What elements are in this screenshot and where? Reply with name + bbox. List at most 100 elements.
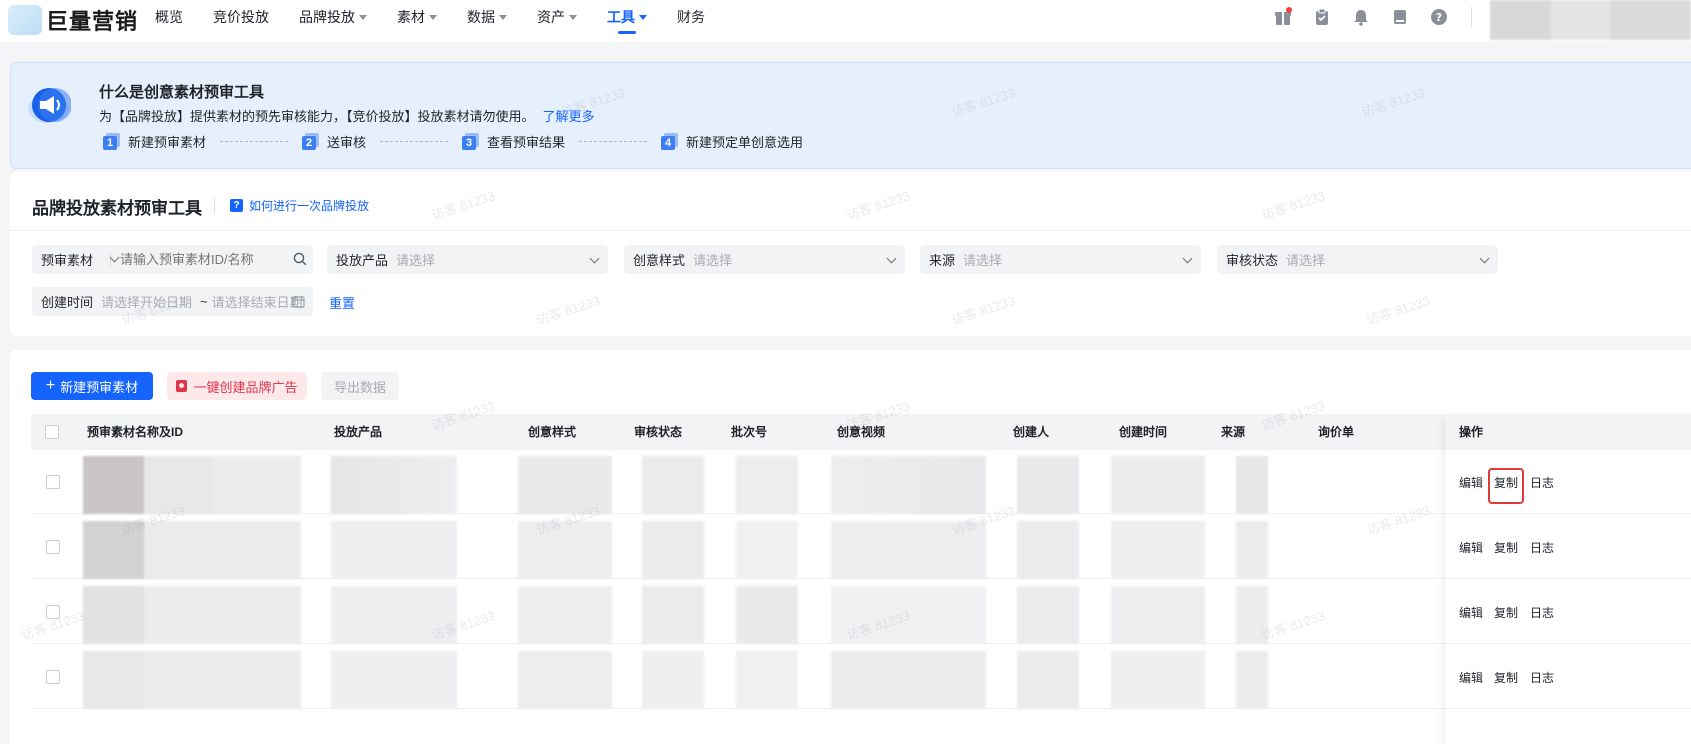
nav-item-data[interactable]: 数据 xyxy=(467,0,507,34)
nav-divider xyxy=(1471,7,1472,27)
chevron-down-icon xyxy=(886,253,897,264)
chevron-down-icon xyxy=(429,14,437,20)
step-3: 3 查看预审结果 xyxy=(462,132,565,151)
edit-button[interactable]: 编辑 xyxy=(1459,474,1483,491)
clipboard-icon[interactable] xyxy=(1311,6,1333,28)
range-separator: ~ xyxy=(200,294,208,309)
column-header[interactable]: 创意视频 xyxy=(837,414,885,450)
redacted-cell xyxy=(1111,586,1205,644)
redacted-cell xyxy=(642,456,704,514)
column-header[interactable]: 创建人 xyxy=(1013,414,1049,450)
gift-icon[interactable] xyxy=(1272,6,1294,28)
product-filter[interactable]: 投放产品 请选择 xyxy=(327,245,608,274)
copy-button[interactable]: 复制 xyxy=(1494,669,1518,686)
search-input[interactable] xyxy=(120,252,257,267)
table-row[interactable] xyxy=(31,645,1451,709)
log-button[interactable]: 日志 xyxy=(1530,604,1554,621)
column-header[interactable]: 审核状态 xyxy=(634,414,682,450)
table-header: 预审素材名称及ID 投放产品 创意样式 审核状态 批次号 创意视频 创建人 创建… xyxy=(31,414,1691,450)
select-all-checkbox[interactable] xyxy=(45,425,59,439)
ops-row: 编辑 复制 日志 xyxy=(1445,515,1691,579)
row-checkbox[interactable] xyxy=(46,605,60,619)
nav-item-label: 财务 xyxy=(677,9,705,25)
created-time-filter[interactable]: 创建时间 请选择开始日期 ~ 请选择结束日期 xyxy=(32,287,313,316)
nav-item-label: 素材 xyxy=(397,9,425,25)
new-material-button[interactable]: + 新建预审素材 xyxy=(31,372,153,400)
chevron-down-icon xyxy=(499,14,507,20)
start-date-input[interactable]: 请选择开始日期 xyxy=(101,292,192,311)
row-checkbox[interactable] xyxy=(46,475,60,489)
filter-label: 审核状态 xyxy=(1226,253,1279,268)
brand-logo[interactable]: 巨量营销 xyxy=(8,4,138,36)
material-type-select[interactable]: 预审素材 xyxy=(41,250,93,269)
review-status-filter[interactable]: 审核状态 请选择 xyxy=(1217,245,1498,274)
table-row[interactable] xyxy=(31,515,1451,579)
redacted-cell xyxy=(1111,456,1205,514)
column-header[interactable]: 投放产品 xyxy=(334,414,382,450)
ops-row: 编辑 复制 日志 xyxy=(1445,580,1691,644)
edit-button[interactable]: 编辑 xyxy=(1459,604,1483,621)
process-steps: 1 新建预审素材 2 送审核 3 查看预审结果 4 新建预定单创意选用 xyxy=(103,132,803,151)
banner-desc-text: 为【品牌投放】提供素材的预先审核能力，【竞价投放】投放素材请勿使用。 xyxy=(99,109,535,124)
nav-item-brand[interactable]: 品牌投放 xyxy=(299,0,367,34)
column-header[interactable]: 来源 xyxy=(1221,414,1245,450)
table-row[interactable] xyxy=(31,450,1451,514)
nav-item-finance[interactable]: 财务 xyxy=(677,0,705,34)
help-icon[interactable]: ? xyxy=(1428,6,1450,28)
chevron-down-icon xyxy=(589,253,600,264)
question-icon: ? xyxy=(230,199,243,212)
document-icon[interactable] xyxy=(1389,6,1411,28)
log-button[interactable]: 日志 xyxy=(1530,474,1554,491)
nav-item-bidding[interactable]: 竞价投放 xyxy=(213,0,269,34)
row-checkbox[interactable] xyxy=(46,540,60,554)
svg-text:?: ? xyxy=(1436,11,1442,24)
column-header[interactable]: 创意样式 xyxy=(528,414,576,450)
nav-item-material[interactable]: 素材 xyxy=(397,0,437,34)
step-1: 1 新建预审素材 xyxy=(103,132,206,151)
column-header[interactable]: 询价单 xyxy=(1318,414,1354,450)
step-connector xyxy=(220,141,289,142)
filter-label: 来源 xyxy=(929,253,956,268)
copy-button[interactable]: 复制 xyxy=(1494,539,1518,556)
nav-item-overview[interactable]: 概览 xyxy=(155,0,183,34)
banner-description: 为【品牌投放】提供素材的预先审核能力，【竞价投放】投放素材请勿使用。 了解更多 xyxy=(99,106,595,125)
learn-more-link[interactable]: 了解更多 xyxy=(543,109,595,124)
column-header[interactable]: 预审素材名称及ID xyxy=(87,414,183,450)
megaphone-icon xyxy=(28,88,71,123)
redacted-cell xyxy=(331,651,457,709)
page-title: 品牌投放素材预审工具 xyxy=(32,199,202,218)
redacted-cell xyxy=(518,651,612,709)
source-filter[interactable]: 来源 请选择 xyxy=(920,245,1201,274)
step-connector xyxy=(579,141,648,142)
edit-button[interactable]: 编辑 xyxy=(1459,669,1483,686)
column-header[interactable]: 批次号 xyxy=(731,414,767,450)
redacted-cell xyxy=(642,521,704,579)
reset-button[interactable]: 重置 xyxy=(329,293,355,312)
table-row[interactable] xyxy=(31,580,1451,644)
search-icon[interactable] xyxy=(293,252,307,266)
create-brand-ad-button[interactable]: 一键创建品牌广告 xyxy=(167,372,307,400)
help-link[interactable]: ? 如何进行一次品牌投放 xyxy=(230,197,369,214)
export-button[interactable]: 导出数据 xyxy=(321,372,399,400)
log-button[interactable]: 日志 xyxy=(1530,669,1554,686)
intro-banner: 什么是创意素材预审工具 为【品牌投放】提供素材的预先审核能力，【竞价投放】投放素… xyxy=(10,62,1691,169)
column-header: 操作 xyxy=(1459,425,1484,439)
nav-item-label: 资产 xyxy=(537,9,565,25)
copy-highlight-box xyxy=(1488,468,1524,504)
edit-button[interactable]: 编辑 xyxy=(1459,539,1483,556)
creative-style-filter[interactable]: 创意样式 请选择 xyxy=(624,245,905,274)
redacted-cell xyxy=(331,586,457,644)
log-button[interactable]: 日志 xyxy=(1530,539,1554,556)
end-date-input[interactable]: 请选择结束日期 xyxy=(212,292,303,311)
filter-placeholder: 请选择 xyxy=(396,253,436,268)
redacted-cell xyxy=(736,521,798,579)
copy-button[interactable]: 复制 xyxy=(1494,604,1518,621)
bell-icon[interactable] xyxy=(1350,6,1372,28)
nav-item-assets[interactable]: 资产 xyxy=(537,0,577,34)
account-info[interactable] xyxy=(1490,0,1691,40)
row-checkbox[interactable] xyxy=(46,670,60,684)
nav-item-tools[interactable]: 工具 xyxy=(607,0,647,34)
ops-header: 操作 xyxy=(1445,414,1691,450)
column-header[interactable]: 创建时间 xyxy=(1119,414,1167,450)
step-label: 查看预审结果 xyxy=(487,135,566,150)
